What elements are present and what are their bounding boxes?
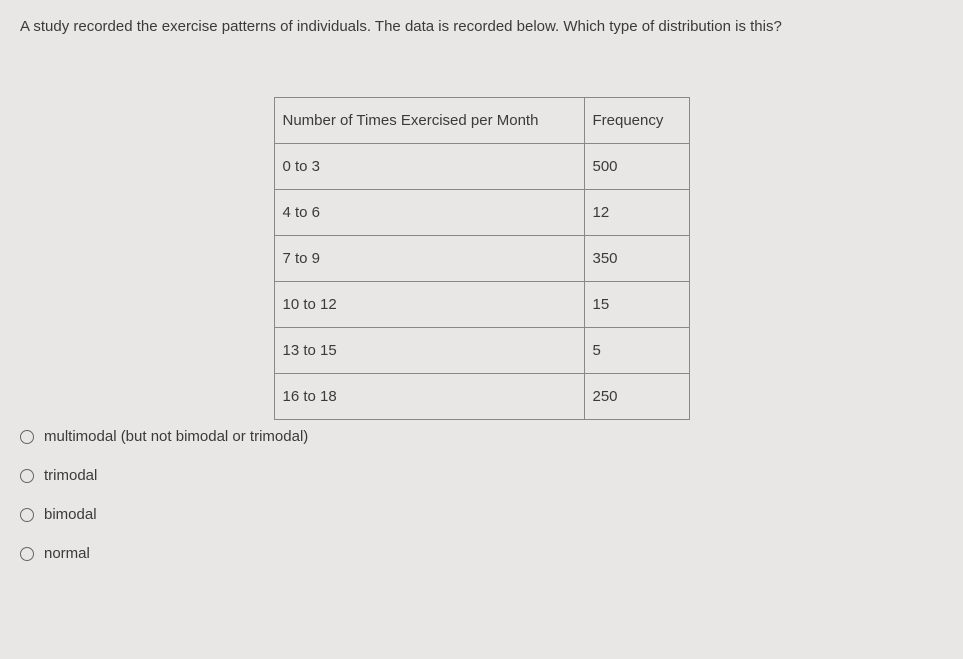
table-header-row: Number of Times Exercised per Month Freq… (274, 98, 689, 144)
option-trimodal[interactable]: trimodal (20, 467, 943, 484)
table-row: 16 to 18 250 (274, 374, 689, 420)
option-label: normal (44, 545, 90, 562)
header-frequency: Frequency (584, 98, 689, 144)
option-normal[interactable]: normal (20, 545, 943, 562)
cell-frequency: 5 (584, 328, 689, 374)
cell-frequency: 12 (584, 190, 689, 236)
cell-category: 10 to 12 (274, 282, 584, 328)
option-label: bimodal (44, 506, 97, 523)
option-multimodal[interactable]: multimodal (but not bimodal or trimodal) (20, 428, 943, 445)
cell-category: 13 to 15 (274, 328, 584, 374)
radio-icon (20, 469, 34, 483)
answer-options: multimodal (but not bimodal or trimodal)… (20, 428, 943, 562)
cell-frequency: 500 (584, 144, 689, 190)
table-row: 7 to 9 350 (274, 236, 689, 282)
radio-icon (20, 547, 34, 561)
data-table-wrapper: Number of Times Exercised per Month Freq… (20, 97, 943, 420)
radio-icon (20, 430, 34, 444)
table-row: 4 to 6 12 (274, 190, 689, 236)
question-text: A study recorded the exercise patterns o… (20, 16, 943, 37)
header-category: Number of Times Exercised per Month (274, 98, 584, 144)
table-row: 13 to 15 5 (274, 328, 689, 374)
cell-frequency: 350 (584, 236, 689, 282)
cell-category: 0 to 3 (274, 144, 584, 190)
table-row: 0 to 3 500 (274, 144, 689, 190)
cell-category: 16 to 18 (274, 374, 584, 420)
cell-category: 7 to 9 (274, 236, 584, 282)
cell-category: 4 to 6 (274, 190, 584, 236)
cell-frequency: 250 (584, 374, 689, 420)
option-label: trimodal (44, 467, 97, 484)
radio-icon (20, 508, 34, 522)
option-label: multimodal (but not bimodal or trimodal) (44, 428, 308, 445)
option-bimodal[interactable]: bimodal (20, 506, 943, 523)
cell-frequency: 15 (584, 282, 689, 328)
table-row: 10 to 12 15 (274, 282, 689, 328)
frequency-table: Number of Times Exercised per Month Freq… (274, 97, 690, 420)
